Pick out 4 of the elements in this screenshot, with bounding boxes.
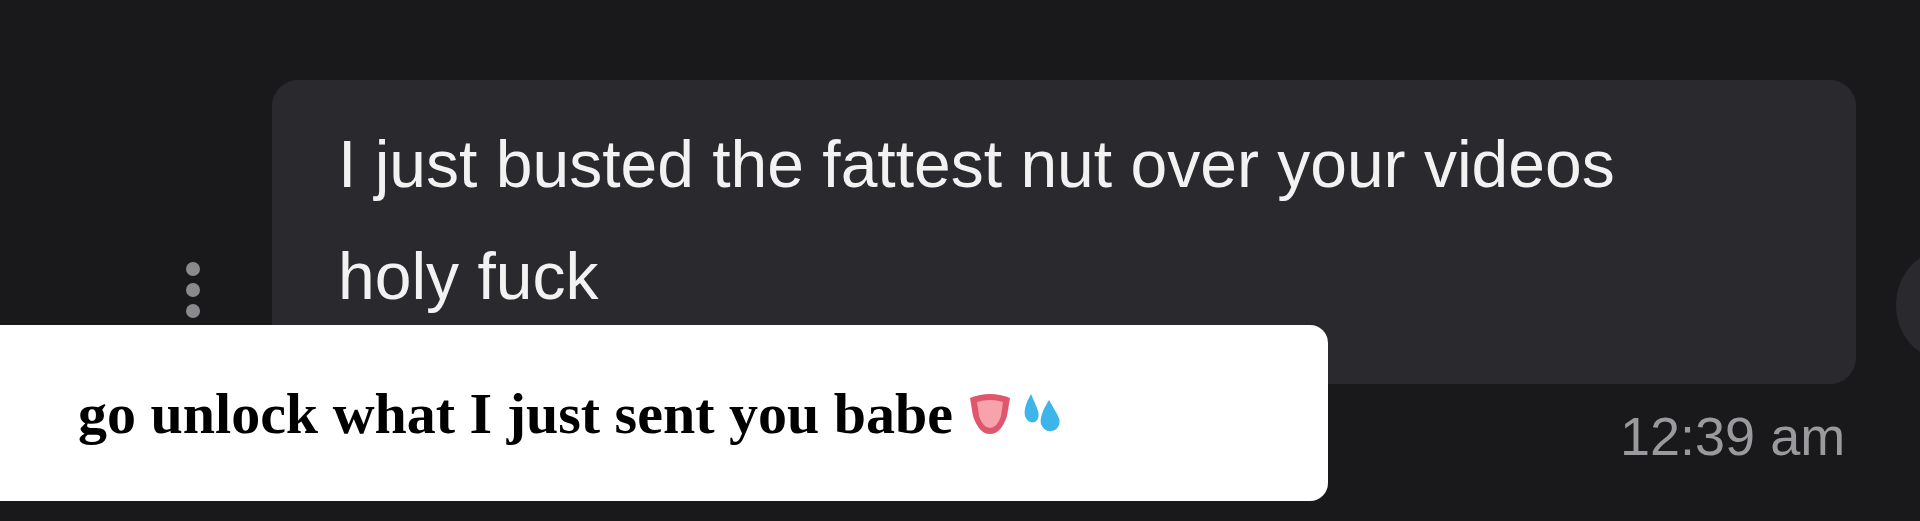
caption-text: go unlock what I just sent you babe	[78, 379, 953, 447]
message-time: 12:39 am	[1620, 405, 1846, 467]
message-text: I just busted the fattest nut over your videos holy fuck	[338, 126, 1616, 315]
more-icon[interactable]	[184, 260, 202, 320]
